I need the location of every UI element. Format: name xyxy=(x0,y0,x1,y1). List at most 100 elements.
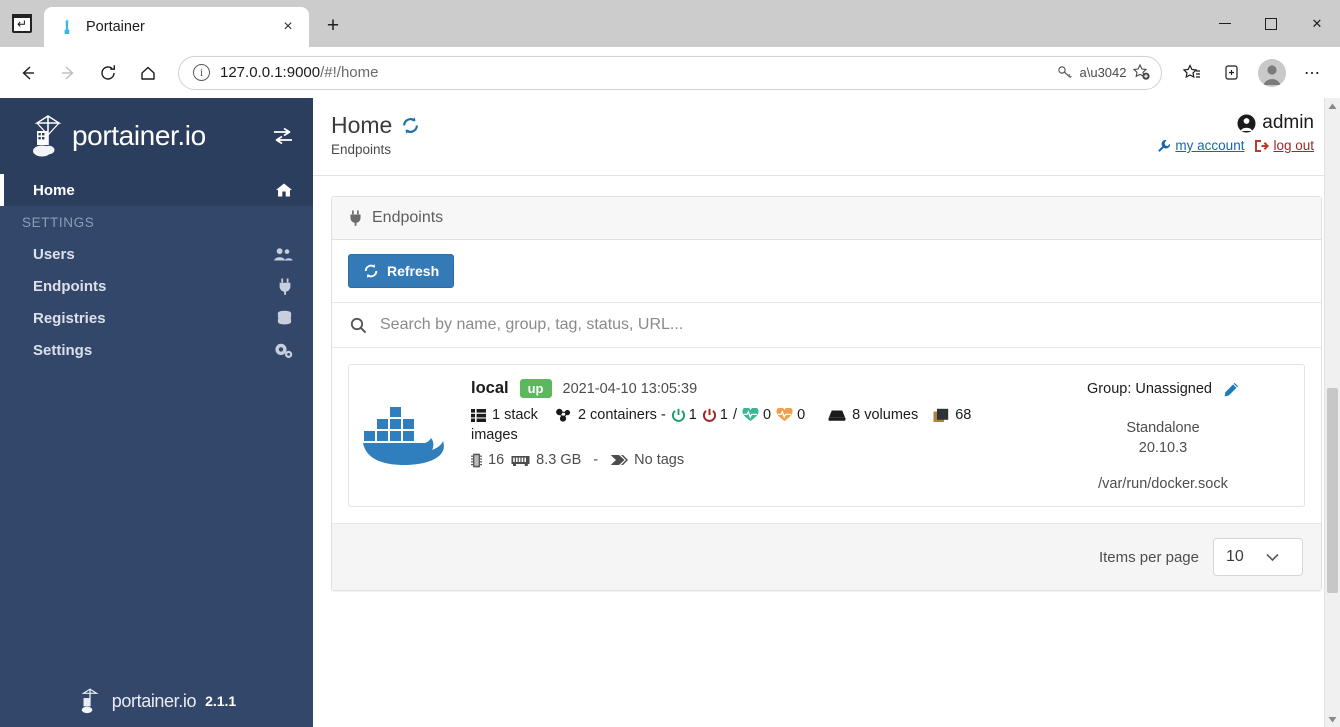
sidebar-item-users[interactable]: Users xyxy=(0,238,313,270)
tag-icon xyxy=(610,453,628,467)
search-input[interactable] xyxy=(380,316,1303,334)
containers-icon xyxy=(555,408,572,422)
address-bar[interactable]: i 127.0.0.1:9000/#!/home a\u3042 xyxy=(178,56,1162,90)
house-icon xyxy=(275,182,293,198)
sidebar-header: portainer.io xyxy=(0,98,313,174)
browser-essentials-icon[interactable] xyxy=(1214,55,1250,91)
portainer-logo[interactable]: portainer.io xyxy=(26,113,265,159)
log-out-link[interactable]: log out xyxy=(1254,138,1314,153)
url-text: 127.0.0.1:9000/#!/home xyxy=(220,64,1041,81)
sidebar-item-home[interactable]: Home xyxy=(0,174,313,206)
stacks-text: 1 stack xyxy=(492,407,538,423)
wrench-icon xyxy=(1157,139,1171,153)
endpoint-platform: Standalone 20.10.3 xyxy=(1126,419,1199,458)
endpoint-platform-name: Standalone xyxy=(1126,419,1199,439)
plug-icon xyxy=(348,210,363,226)
stacks-stat: 1 stack xyxy=(471,407,538,423)
search-bar[interactable] xyxy=(332,303,1321,348)
endpoint-url: /var/run/docker.sock xyxy=(1098,476,1228,492)
images-stat: 68 xyxy=(933,407,971,423)
sidebar-item-registries[interactable]: Registries xyxy=(0,302,313,334)
memory-value: 8.3 GB xyxy=(536,452,581,468)
site-info-icon[interactable]: i xyxy=(193,64,210,81)
endpoint-timestamp: 2021-04-10 13:05:39 xyxy=(563,381,698,397)
unhealthy-count: 0 xyxy=(797,407,805,423)
chevron-down-icon xyxy=(1266,553,1279,562)
sidebar-item-settings[interactable]: Settings xyxy=(0,334,313,366)
tab-title: Portainer xyxy=(86,19,265,35)
portainer-favicon-icon xyxy=(58,18,76,36)
profile-avatar[interactable] xyxy=(1258,59,1286,87)
home-icon[interactable] xyxy=(130,55,166,91)
new-tab-button[interactable]: + xyxy=(315,8,351,44)
sidebar-item-label: Users xyxy=(33,246,75,263)
maximize-button[interactable] xyxy=(1248,9,1294,39)
gears-icon xyxy=(274,342,293,359)
memory-stat: 8.3 GB xyxy=(511,452,581,468)
sidebar-spacer xyxy=(0,368,313,675)
sidebar-section-title: SETTINGS xyxy=(0,206,313,238)
page-scrollbar[interactable] xyxy=(1324,98,1340,727)
forward-button[interactable] xyxy=(50,55,86,91)
database-icon xyxy=(276,310,293,327)
volumes-text: 8 volumes xyxy=(852,407,918,423)
scroll-up-arrow[interactable] xyxy=(1325,98,1340,114)
url-path: /#!/home xyxy=(320,64,378,81)
browser-window: Portainer × + ✕ i 127.0 xyxy=(0,0,1340,727)
panel-header: Endpoints xyxy=(332,197,1321,240)
endpoints-panel: Endpoints xyxy=(331,196,1322,591)
sidebar-item-label: Home xyxy=(33,182,75,199)
scroll-down-arrow[interactable] xyxy=(1325,711,1340,727)
browser-tab[interactable]: Portainer × xyxy=(44,7,309,47)
back-button[interactable] xyxy=(10,55,46,91)
status-badge: up xyxy=(520,379,552,398)
search-icon xyxy=(350,317,367,334)
collections-icon[interactable] xyxy=(1174,55,1210,91)
reload-button[interactable] xyxy=(90,55,126,91)
collapse-sidebar-icon[interactable] xyxy=(271,126,295,146)
portainer-version: 2.1.1 xyxy=(205,693,236,709)
stopped-containers-stat: 1 xyxy=(702,407,728,423)
header-links: my account log out xyxy=(1157,138,1314,153)
endpoint-card[interactable]: local up 2021-04-10 13:05:39 xyxy=(348,364,1305,507)
endpoints-list: local up 2021-04-10 13:05:39 xyxy=(332,348,1321,523)
volumes-stat: 8 volumes xyxy=(828,407,918,423)
tags-stat: No tags xyxy=(610,452,684,468)
items-per-page-select[interactable]: 10 xyxy=(1213,538,1303,576)
refresh-button[interactable]: Refresh xyxy=(348,254,454,288)
settings-more-icon[interactable]: ⋯ xyxy=(1294,55,1330,91)
refresh-button-label: Refresh xyxy=(387,263,439,279)
content-body: Endpoints xyxy=(313,176,1340,591)
sidebar-footer: portainer.io 2.1.1 xyxy=(0,675,313,727)
extension-icon[interactable] xyxy=(0,0,44,47)
close-window-button[interactable]: ✕ xyxy=(1294,9,1340,39)
cpu-stat: 16 xyxy=(471,452,504,468)
pencil-icon[interactable] xyxy=(1224,382,1239,397)
sign-out-icon xyxy=(1254,139,1269,153)
sidebar-settings-section: SETTINGS Users Endpoints Registries xyxy=(0,206,313,368)
containers-stat: 2 containers - xyxy=(555,407,666,423)
portainer-footer-logo-text: portainer.io xyxy=(112,691,196,712)
my-account-link[interactable]: my account xyxy=(1157,138,1244,153)
power-off-icon xyxy=(702,408,717,423)
power-on-icon xyxy=(671,408,686,423)
sidebar-item-endpoints[interactable]: Endpoints xyxy=(0,270,313,302)
add-favorite-icon[interactable] xyxy=(1127,59,1155,87)
resources-separator: - xyxy=(593,452,598,468)
refresh-icon[interactable] xyxy=(401,116,420,135)
minimize-button[interactable] xyxy=(1202,9,1248,39)
health-separator: / xyxy=(733,407,737,423)
running-count: 1 xyxy=(689,407,697,423)
scrollbar-thumb[interactable] xyxy=(1327,388,1338,593)
items-per-page-value: 10 xyxy=(1226,548,1244,566)
images-count: 68 xyxy=(955,407,971,423)
tab-close-icon[interactable]: × xyxy=(275,14,301,40)
portainer-crane-icon-small xyxy=(77,687,103,715)
endpoint-version: 20.10.3 xyxy=(1126,439,1199,459)
key-icon[interactable] xyxy=(1051,59,1079,87)
current-user: admin xyxy=(1157,112,1314,134)
sidebar-item-label: Endpoints xyxy=(33,278,106,295)
heartbeat-green-icon xyxy=(742,408,759,422)
panel-title: Endpoints xyxy=(372,209,443,227)
read-aloud-icon[interactable]: a\u3042 xyxy=(1089,59,1117,87)
